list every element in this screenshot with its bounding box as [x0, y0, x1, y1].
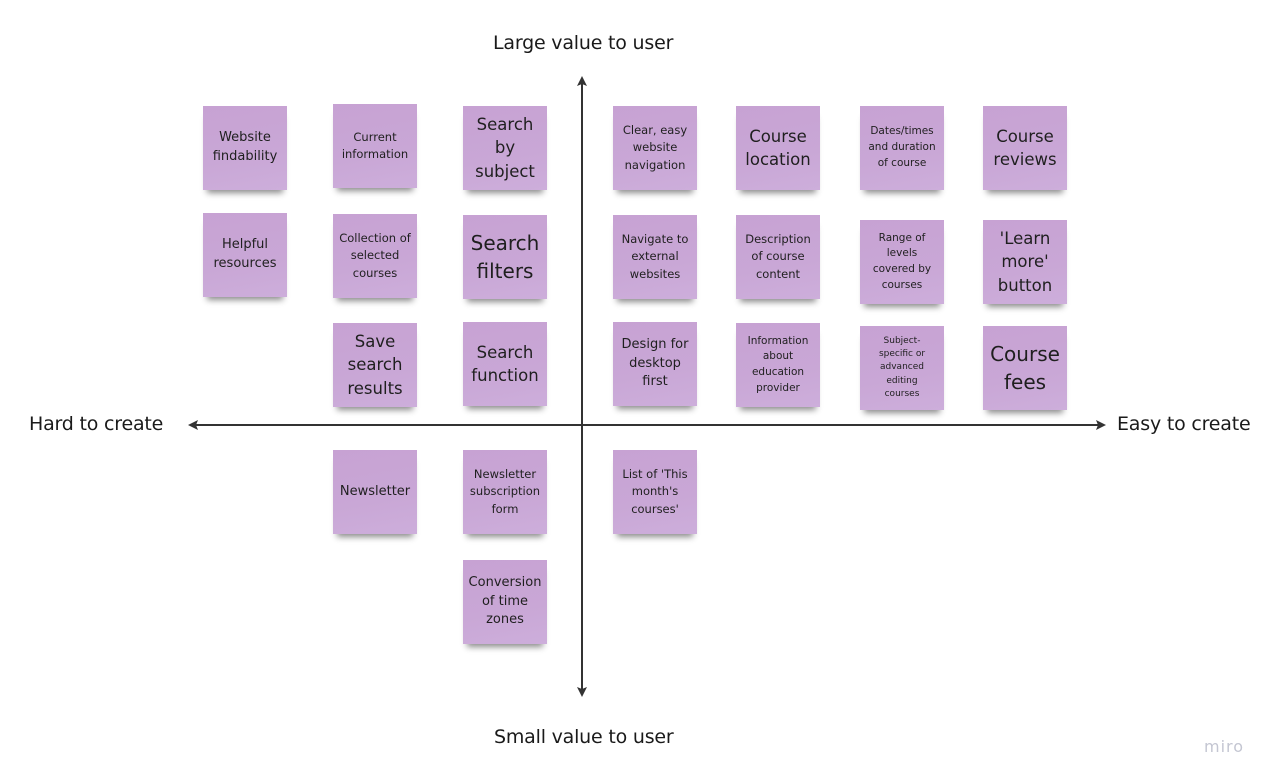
sticky-note-text: Save search results — [347, 332, 403, 398]
sticky-note[interactable]: 'Learn more' button — [983, 220, 1067, 304]
axis-label-small-value: Small value to user — [494, 726, 674, 748]
sticky-note[interactable]: Design for desktop first — [613, 322, 697, 406]
sticky-note-text: Information about education provider — [747, 334, 809, 394]
sticky-note-text: Search function — [471, 342, 539, 385]
sticky-note[interactable]: Search function — [463, 322, 547, 406]
sticky-note[interactable]: Search by subject — [463, 106, 547, 190]
sticky-note-text: Course reviews — [993, 126, 1057, 169]
sticky-note-text: 'Learn more' button — [997, 229, 1053, 295]
sticky-note[interactable]: Current information — [333, 104, 417, 188]
sticky-note[interactable]: Helpful resources — [203, 213, 287, 297]
sticky-note-text: Clear, easy website navigation — [622, 123, 688, 172]
sticky-note-text: Newsletter — [339, 483, 411, 499]
sticky-note-text: Helpful resources — [213, 237, 277, 271]
sticky-note-text: Description of course content — [745, 232, 811, 281]
sticky-note-text: List of 'This month's courses' — [622, 467, 688, 516]
sticky-note[interactable]: Website findability — [203, 106, 287, 190]
sticky-note-text: Course location — [745, 126, 811, 169]
sticky-note[interactable]: Navigate to external websites — [613, 215, 697, 299]
axis-label-easy-to-create: Easy to create — [1117, 413, 1251, 435]
sticky-note[interactable]: Information about education provider — [736, 323, 820, 407]
sticky-note[interactable]: Description of course content — [736, 215, 820, 299]
sticky-note[interactable]: Search filters — [463, 215, 547, 299]
sticky-note[interactable]: Clear, easy website navigation — [613, 106, 697, 190]
sticky-note[interactable]: Course reviews — [983, 106, 1067, 190]
sticky-note[interactable]: Newsletter subscription form — [463, 450, 547, 534]
sticky-note-text: Subject-specific or advanced editing cou… — [878, 336, 926, 399]
sticky-note-text: Search by subject — [475, 115, 535, 181]
sticky-note-text: Current information — [341, 129, 409, 161]
sticky-note[interactable]: Dates/times and duration of course — [860, 106, 944, 190]
miro-logo: miro — [1204, 737, 1245, 756]
sticky-note-text: Search filters — [470, 231, 540, 283]
sticky-note-text: Collection of selected courses — [339, 231, 411, 280]
sticky-note[interactable]: Course fees — [983, 326, 1067, 410]
sticky-note-text: Newsletter subscription form — [469, 467, 541, 516]
sticky-note-text: Navigate to external websites — [621, 232, 689, 281]
sticky-note-text: Range of levels covered by courses — [872, 231, 932, 291]
sticky-note-text: Design for desktop first — [621, 336, 689, 390]
sticky-note[interactable]: List of 'This month's courses' — [613, 450, 697, 534]
axis-label-hard-to-create: Hard to create — [29, 413, 164, 435]
sticky-note[interactable]: Subject-specific or advanced editing cou… — [860, 326, 944, 410]
sticky-note[interactable]: Save search results — [333, 323, 417, 407]
sticky-note-text: Website findability — [212, 130, 278, 164]
sticky-note-text: Course fees — [990, 342, 1060, 394]
sticky-note[interactable]: Course location — [736, 106, 820, 190]
sticky-note[interactable]: Conversion of time zones — [463, 560, 547, 644]
sticky-note[interactable]: Collection of selected courses — [333, 214, 417, 298]
sticky-note[interactable]: Newsletter — [333, 450, 417, 534]
sticky-note-text: Conversion of time zones — [468, 574, 542, 628]
sticky-note[interactable]: Range of levels covered by courses — [860, 220, 944, 304]
axis-label-large-value: Large value to user — [493, 32, 674, 54]
sticky-note-text: Dates/times and duration of course — [868, 125, 936, 169]
